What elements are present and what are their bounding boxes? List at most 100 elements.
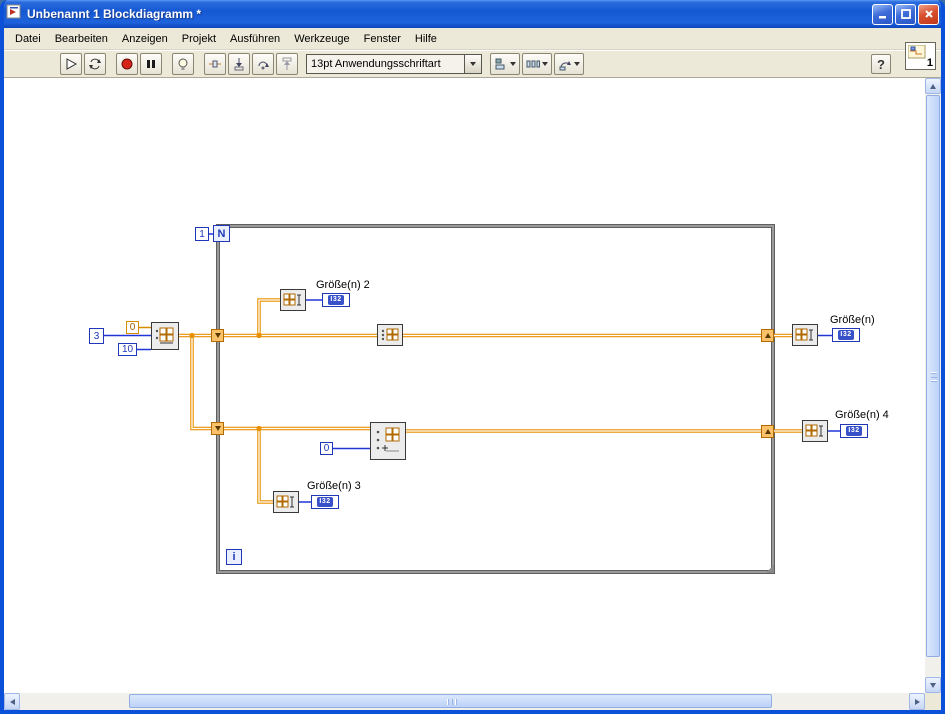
abort-button[interactable]	[116, 53, 138, 75]
indicator-label: Größe(n) 4	[835, 409, 889, 421]
dropdown-arrow-icon	[542, 62, 548, 66]
run-continuous-button[interactable]	[84, 53, 106, 75]
arrow-left-icon	[9, 698, 15, 705]
scroll-left-button[interactable]	[4, 693, 20, 710]
menu-bearbeiten[interactable]: Bearbeiten	[48, 30, 115, 48]
thumb-grip-icon	[931, 376, 937, 377]
horizontal-scroll-thumb[interactable]	[129, 694, 772, 708]
block-diagram-window-icon: 1	[905, 42, 936, 70]
align-objects-dropdown[interactable]	[490, 53, 520, 75]
titlebar[interactable]: Unbenannt 1 Blockdiagramm *	[4, 0, 941, 28]
dropdown-arrow-icon	[574, 62, 580, 66]
align-objects-icon	[495, 58, 505, 70]
indicator-groessen-4[interactable]: I32	[840, 424, 868, 438]
tunnel-right-top[interactable]	[761, 329, 774, 342]
scrollbar-corner	[925, 693, 941, 710]
help-button[interactable]: ?	[871, 54, 891, 74]
tunnel-index-icon	[764, 429, 771, 434]
reorder-icon	[559, 61, 571, 71]
diagram-canvas[interactable]: 1 N i 3 0 10 Größe(n) 2 I32 0 Größe(n) 3…	[4, 78, 925, 693]
step-into-button[interactable]	[228, 53, 250, 75]
minimize-button[interactable]	[872, 3, 893, 25]
element-value-constant[interactable]: 0	[126, 321, 139, 334]
mini-diagram-icon	[908, 45, 926, 59]
tunnel-index-icon	[214, 333, 221, 338]
menu-anzeigen[interactable]: Anzeigen	[115, 30, 175, 48]
font-selector[interactable]: 13pt Anwendungsschriftart	[306, 54, 482, 74]
array-size-node-4[interactable]	[802, 420, 828, 442]
index-array-icon	[381, 328, 399, 341]
insert-into-array-icon	[376, 427, 400, 452]
dimension-size-constant[interactable]: 10	[118, 343, 137, 356]
array-size-node-2[interactable]	[792, 324, 818, 346]
distribute-objects-icon	[526, 60, 540, 68]
array-size-node-1[interactable]	[280, 289, 306, 311]
horizontal-scrollbar[interactable]	[4, 693, 925, 710]
loop-count-terminal[interactable]: N	[213, 225, 230, 242]
initialize-array-node[interactable]	[151, 322, 179, 350]
run-button[interactable]	[60, 53, 82, 75]
array-size-icon	[795, 328, 813, 341]
indicator-label: Größe(n)	[830, 314, 875, 326]
distribute-objects-dropdown[interactable]	[522, 53, 552, 75]
reorder-dropdown[interactable]	[554, 53, 584, 75]
index-array-node[interactable]	[377, 324, 403, 346]
indicator-groessen[interactable]: I32	[832, 328, 860, 342]
tunnel-index-icon	[214, 426, 221, 431]
array-size-icon	[283, 293, 301, 306]
i32-type-chip: I32	[328, 295, 344, 305]
menubar: Datei Bearbeiten Anzeigen Projekt Ausfüh…	[4, 28, 941, 50]
scroll-up-button[interactable]	[925, 78, 941, 94]
loop-count-constant[interactable]: 1	[195, 227, 209, 241]
highlight-execution-button[interactable]	[172, 53, 194, 75]
scroll-down-button[interactable]	[925, 677, 941, 693]
tunnel-index-icon	[764, 333, 771, 338]
thumb-grip-icon	[451, 699, 452, 705]
array-size-icon	[276, 495, 294, 508]
indicator-label: Größe(n) 3	[307, 480, 361, 492]
menu-fenster[interactable]: Fenster	[357, 30, 408, 48]
tunnel-left-bottom[interactable]	[211, 422, 224, 435]
menu-werkzeuge[interactable]: Werkzeuge	[287, 30, 356, 48]
menu-datei[interactable]: Datei	[8, 30, 48, 48]
menu-projekt[interactable]: Projekt	[175, 30, 223, 48]
font-selector-arrow-icon[interactable]	[464, 55, 481, 73]
step-out-button[interactable]	[276, 53, 298, 75]
arrow-right-icon	[914, 698, 920, 705]
vertical-scroll-thumb[interactable]	[926, 95, 940, 657]
indicator-groessen-2[interactable]: I32	[322, 293, 350, 307]
labview-window: Unbenannt 1 Blockdiagramm * Datei Bearbe…	[0, 0, 945, 714]
tunnel-left-top[interactable]	[211, 329, 224, 342]
client-area: 1 N i 3 0 10 Größe(n) 2 I32 0 Größe(n) 3…	[4, 78, 941, 710]
toolbar: 13pt Anwendungsschriftart ?	[4, 50, 941, 78]
menu-ausfuehren[interactable]: Ausführen	[223, 30, 287, 48]
scroll-right-button[interactable]	[909, 693, 925, 710]
i32-type-chip: I32	[838, 330, 854, 340]
retain-wire-values-button[interactable]	[204, 53, 226, 75]
close-button[interactable]	[918, 3, 939, 25]
font-selector-value: 13pt Anwendungsschriftart	[311, 58, 441, 70]
i32-type-chip: I32	[317, 497, 333, 507]
for-loop-structure[interactable]	[216, 224, 775, 574]
menu-hilfe[interactable]: Hilfe	[408, 30, 444, 48]
tunnel-right-bottom[interactable]	[761, 425, 774, 438]
window-number-badge: 1	[926, 57, 933, 69]
arrow-up-icon	[930, 83, 936, 89]
initialize-array-icon	[155, 327, 174, 344]
i32-type-chip: I32	[846, 426, 862, 436]
step-over-button[interactable]	[252, 53, 274, 75]
arrow-down-icon	[930, 682, 936, 688]
window-title: Unbenannt 1 Blockdiagramm *	[27, 7, 202, 21]
dropdown-arrow-icon	[510, 62, 516, 66]
loop-iteration-terminal[interactable]: i	[226, 549, 242, 565]
array-value-constant[interactable]: 3	[89, 328, 104, 344]
index-value-constant[interactable]: 0	[320, 442, 333, 455]
maximize-button[interactable]	[895, 3, 916, 25]
pause-button[interactable]	[140, 53, 162, 75]
indicator-groessen-3[interactable]: I32	[311, 495, 339, 509]
array-size-icon	[805, 424, 823, 437]
insert-into-array-node[interactable]	[370, 422, 406, 460]
vertical-scrollbar[interactable]	[925, 78, 941, 693]
indicator-label: Größe(n) 2	[316, 279, 370, 291]
array-size-node-3[interactable]	[273, 491, 299, 513]
